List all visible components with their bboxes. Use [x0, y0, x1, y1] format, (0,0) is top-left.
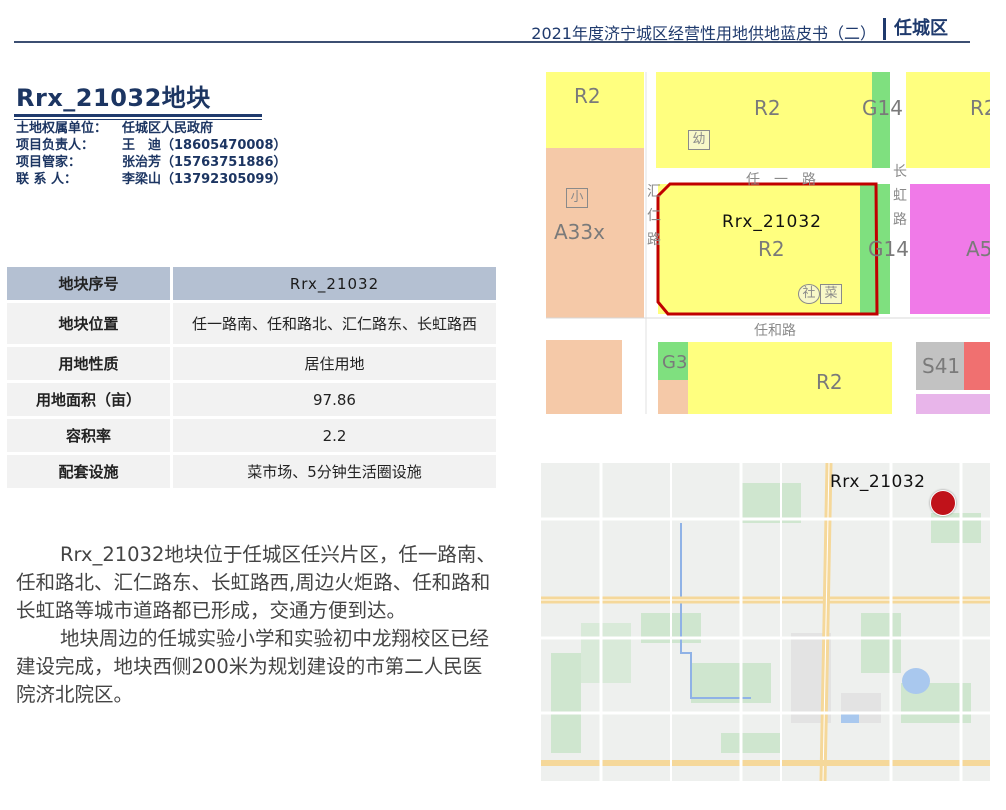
- market-icon: 菜: [820, 284, 842, 304]
- owner-row: 土地权属单位： 任城区人民政府: [16, 120, 287, 137]
- zone-label: G14: [862, 96, 903, 120]
- table-value: 居住用地: [170, 347, 496, 380]
- zone-label: R2: [816, 370, 843, 394]
- contact-row: 联 系 人： 李梁山（13792305099）: [16, 171, 287, 188]
- contact-info: 土地权属单位： 任城区人民政府 项目负责人： 王 迪（18605470008） …: [16, 120, 287, 188]
- table-value: 菜市场、5分钟生活圈设施: [170, 455, 496, 488]
- table-key: 配套设施: [7, 455, 170, 488]
- leader-value: 王 迪（18605470008）: [122, 138, 287, 153]
- zone-label: R2: [970, 96, 990, 120]
- zone-label: G3: [662, 352, 688, 373]
- zone-label: R2: [758, 237, 785, 261]
- contact-label: 联 系 人：: [16, 172, 78, 187]
- title-underline: [14, 114, 262, 117]
- location-map: [541, 463, 990, 781]
- road-label-huiren: 汇仁路: [647, 184, 661, 248]
- parcel-title: Rrx_21032地块: [16, 84, 211, 112]
- table-key: 用地性质: [7, 347, 170, 380]
- table-key: 地块位置: [7, 303, 170, 344]
- table-row: 容积率 2.2: [7, 419, 496, 452]
- leader-label: 项目负责人：: [16, 138, 95, 153]
- owner-label: 土地权属单位：: [16, 121, 108, 136]
- community-icon: 社: [798, 284, 820, 304]
- description-paragraph: 地块周边的任城实验小学和实验初中龙翔校区已经建设完成，地块西侧200米为规划建设…: [16, 627, 490, 706]
- manager-label: 项目管家：: [16, 155, 82, 170]
- description-paragraph: Rrx_21032地块位于任城区任兴片区，任一路南、任和路北、汇仁路东、长虹路西…: [16, 543, 496, 622]
- header-divider: [14, 41, 970, 43]
- zone-label: A33x: [554, 220, 605, 244]
- zone-label: R2: [754, 96, 781, 120]
- zone-label: A5: [966, 237, 990, 261]
- table-row: 配套设施 菜市场、5分钟生活圈设施: [7, 455, 496, 488]
- leader-row: 项目负责人： 王 迪（18605470008）: [16, 137, 287, 154]
- table-value: 2.2: [170, 419, 496, 452]
- location-pin-icon: [930, 490, 956, 516]
- zoning-plan-map: R2 R2 G14 R2 A33x R2 G14 A5 G3 R2 S41 任 …: [546, 72, 990, 414]
- manager-value: 张治芳（15763751886）: [122, 155, 287, 170]
- table-key: 地块序号: [7, 267, 170, 300]
- table-key: 容积率: [7, 419, 170, 452]
- location-map-label: Rrx_21032: [830, 472, 926, 492]
- table-row: 地块位置 任一路南、任和路北、汇仁路东、长虹路西: [7, 303, 496, 344]
- table-row: 地块序号 Rrx_21032: [7, 267, 496, 300]
- kindergarten-icon: 幼: [688, 130, 710, 150]
- parcel-map-label: Rrx_21032: [722, 212, 822, 232]
- table-row: 用地性质 居住用地: [7, 347, 496, 380]
- header-district: 任城区: [883, 18, 948, 40]
- parcel-attribute-table: 地块序号 Rrx_21032 地块位置 任一路南、任和路北、汇仁路东、长虹路西 …: [7, 264, 496, 491]
- street-map-graphic: [541, 463, 990, 781]
- owner-value: 任城区人民政府: [122, 121, 214, 136]
- parcel-description: Rrx_21032地块位于任城区任兴片区，任一路南、任和路北、汇仁路东、长虹路西…: [16, 541, 496, 709]
- road-label-renhe: 任和路: [754, 323, 796, 339]
- zone-label: G14: [868, 237, 909, 261]
- table-value: Rrx_21032: [170, 267, 496, 300]
- contact-value: 李梁山（13792305099）: [122, 172, 287, 187]
- table-key: 用地面积（亩）: [7, 383, 170, 416]
- table-value: 97.86: [170, 383, 496, 416]
- table-value: 任一路南、任和路北、汇仁路东、长虹路西: [170, 303, 496, 344]
- zone-label: S41: [922, 354, 961, 378]
- table-row: 用地面积（亩） 97.86: [7, 383, 496, 416]
- zone-label: R2: [574, 84, 601, 108]
- road-label-renyi: 任 一 路: [746, 172, 816, 188]
- road-label-changhong: 长虹路: [893, 164, 907, 228]
- primary-school-icon: 小: [566, 188, 588, 208]
- manager-row: 项目管家： 张治芳（15763751886）: [16, 154, 287, 171]
